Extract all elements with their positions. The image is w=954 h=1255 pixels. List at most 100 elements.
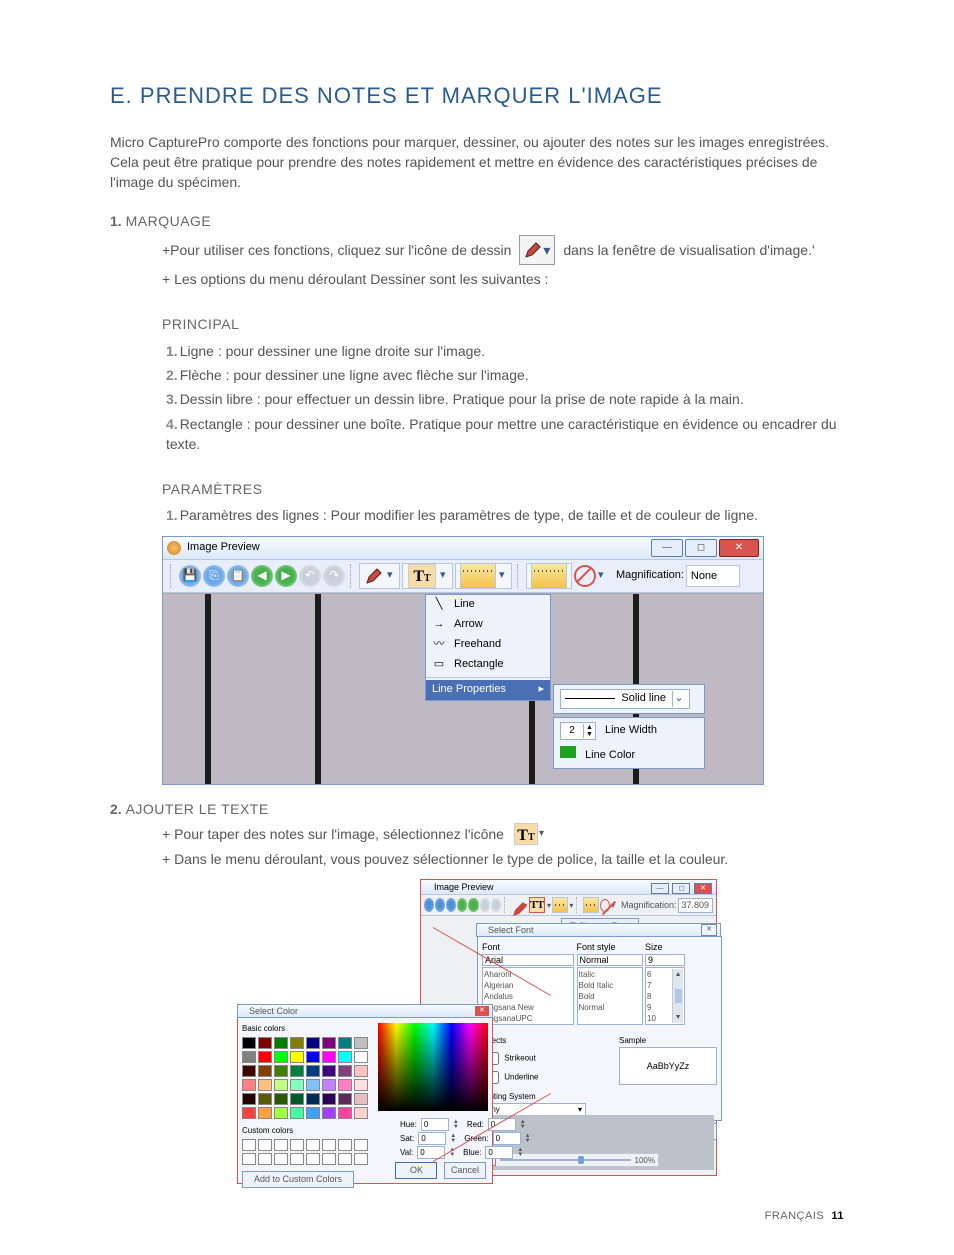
color-swatch[interactable]: [258, 1079, 272, 1091]
close-button[interactable]: ✕: [701, 924, 717, 936]
color-swatch[interactable]: [242, 1107, 256, 1119]
color-swatch[interactable]: [290, 1093, 304, 1105]
rgb-input[interactable]: [485, 1146, 513, 1159]
text-tool-button[interactable]: TT ▾: [402, 563, 453, 589]
draw-tool-button[interactable]: ▾: [359, 563, 400, 589]
color-swatch[interactable]: [242, 1051, 256, 1063]
color-swatch[interactable]: [242, 1093, 256, 1105]
font-list[interactable]: AharoniAlgerianAndalusAngsana NewAngsana…: [482, 967, 574, 1025]
color-swatch[interactable]: [274, 1093, 288, 1105]
magnification-value[interactable]: 37.809: [678, 898, 714, 913]
color-palette[interactable]: [242, 1037, 368, 1119]
close-button[interactable]: ✕: [694, 883, 712, 894]
color-swatch[interactable]: [322, 1065, 336, 1077]
color-swatch[interactable]: [306, 1093, 320, 1105]
menu-arrow[interactable]: → Arrow: [426, 615, 550, 635]
color-swatch[interactable]: [258, 1051, 272, 1063]
close-button[interactable]: ✕: [719, 539, 759, 557]
cancel-icon[interactable]: [600, 899, 610, 912]
color-gradient-picker[interactable]: [378, 1023, 488, 1111]
color-swatch[interactable]: [242, 1065, 256, 1077]
maximize-button[interactable]: ◻: [672, 883, 690, 894]
text-tool-button[interactable]: TT: [529, 897, 545, 913]
color-swatch[interactable]: [274, 1107, 288, 1119]
redo-icon[interactable]: ↷: [323, 565, 345, 587]
cancel-icon[interactable]: [574, 565, 596, 587]
close-button[interactable]: ✕: [475, 1006, 489, 1016]
save-icon[interactable]: 💾: [179, 565, 201, 587]
color-swatch[interactable]: [242, 1037, 256, 1049]
color-swatch[interactable]: [258, 1037, 272, 1049]
color-swatch[interactable]: [322, 1093, 336, 1105]
color-swatch[interactable]: [290, 1051, 304, 1063]
copy-icon[interactable]: [435, 898, 445, 912]
pencil-icon[interactable]: [510, 899, 522, 911]
calibration-button[interactable]: [526, 563, 572, 589]
color-swatch[interactable]: [354, 1037, 368, 1049]
redo-icon[interactable]: [491, 898, 501, 912]
color-swatch[interactable]: [354, 1051, 368, 1063]
prev-icon[interactable]: ◀: [251, 565, 273, 587]
color-swatch[interactable]: [338, 1065, 352, 1077]
ok-button[interactable]: OK: [395, 1162, 437, 1179]
image-canvas[interactable]: ╲ Line → Arrow 〰 Freehand ▭ Rectangle L: [163, 593, 763, 784]
color-swatch[interactable]: [274, 1079, 288, 1091]
color-swatch[interactable]: [322, 1079, 336, 1091]
calibration-icon[interactable]: [583, 897, 599, 913]
color-swatch[interactable]: [258, 1093, 272, 1105]
menu-freehand[interactable]: 〰 Freehand: [426, 635, 550, 655]
clipboard-icon[interactable]: 📋: [227, 565, 249, 587]
save-icon[interactable]: [424, 898, 434, 912]
menu-rectangle[interactable]: ▭ Rectangle: [426, 655, 550, 675]
color-swatch[interactable]: [354, 1065, 368, 1077]
color-swatch[interactable]: [290, 1065, 304, 1077]
color-swatch[interactable]: [338, 1093, 352, 1105]
color-swatch[interactable]: [322, 1051, 336, 1063]
color-swatch[interactable]: [274, 1065, 288, 1077]
custom-color-row[interactable]: [242, 1153, 368, 1165]
color-swatch[interactable]: [338, 1079, 352, 1091]
custom-color-row[interactable]: [242, 1139, 368, 1151]
minimize-button[interactable]: —: [651, 539, 683, 557]
cancel-button[interactable]: Cancel: [444, 1162, 486, 1179]
color-swatch[interactable]: [290, 1079, 304, 1091]
color-swatch[interactable]: [290, 1037, 304, 1049]
color-swatch[interactable]: [242, 1079, 256, 1091]
line-width-stepper[interactable]: ▲▼: [560, 722, 596, 740]
line-style-select[interactable]: Solid line ⌄: [560, 689, 690, 709]
chevron-down-icon[interactable]: ▾: [598, 568, 606, 584]
ruler-icon[interactable]: [552, 897, 568, 913]
undo-icon[interactable]: [480, 898, 490, 912]
color-swatch[interactable]: [306, 1065, 320, 1077]
measure-tool-button[interactable]: ▾: [455, 563, 512, 589]
color-swatch[interactable]: [338, 1037, 352, 1049]
add-custom-color-button[interactable]: Add to Custom Colors: [242, 1171, 354, 1188]
color-swatch[interactable]: [354, 1093, 368, 1105]
zoom-slider[interactable]: [500, 1159, 631, 1161]
color-swatch[interactable]: [290, 1107, 304, 1119]
color-swatch[interactable]: [338, 1051, 352, 1063]
color-swatch[interactable]: [306, 1107, 320, 1119]
hsv-input[interactable]: [418, 1132, 446, 1145]
next-icon[interactable]: ▶: [275, 565, 297, 587]
hsv-input[interactable]: [421, 1118, 449, 1131]
color-swatch[interactable]: [322, 1107, 336, 1119]
clipboard-icon[interactable]: [446, 898, 456, 912]
color-swatch[interactable]: [258, 1065, 272, 1077]
color-swatch[interactable]: [354, 1107, 368, 1119]
color-swatch[interactable]: [306, 1079, 320, 1091]
color-swatch[interactable]: [338, 1107, 352, 1119]
minimize-button[interactable]: —: [651, 883, 669, 894]
color-swatch[interactable]: [354, 1079, 368, 1091]
magnification-field[interactable]: [686, 565, 740, 587]
color-swatch[interactable]: [274, 1037, 288, 1049]
color-swatch[interactable]: [322, 1037, 336, 1049]
prev-icon[interactable]: [457, 898, 467, 912]
line-color-swatch[interactable]: [560, 746, 576, 758]
color-swatch[interactable]: [306, 1051, 320, 1063]
maximize-button[interactable]: ◻: [685, 539, 717, 557]
color-swatch[interactable]: [258, 1107, 272, 1119]
style-list[interactable]: ItalicBold ItalicBoldNormal: [577, 967, 643, 1025]
color-swatch[interactable]: [306, 1037, 320, 1049]
undo-icon[interactable]: ↶: [299, 565, 321, 587]
